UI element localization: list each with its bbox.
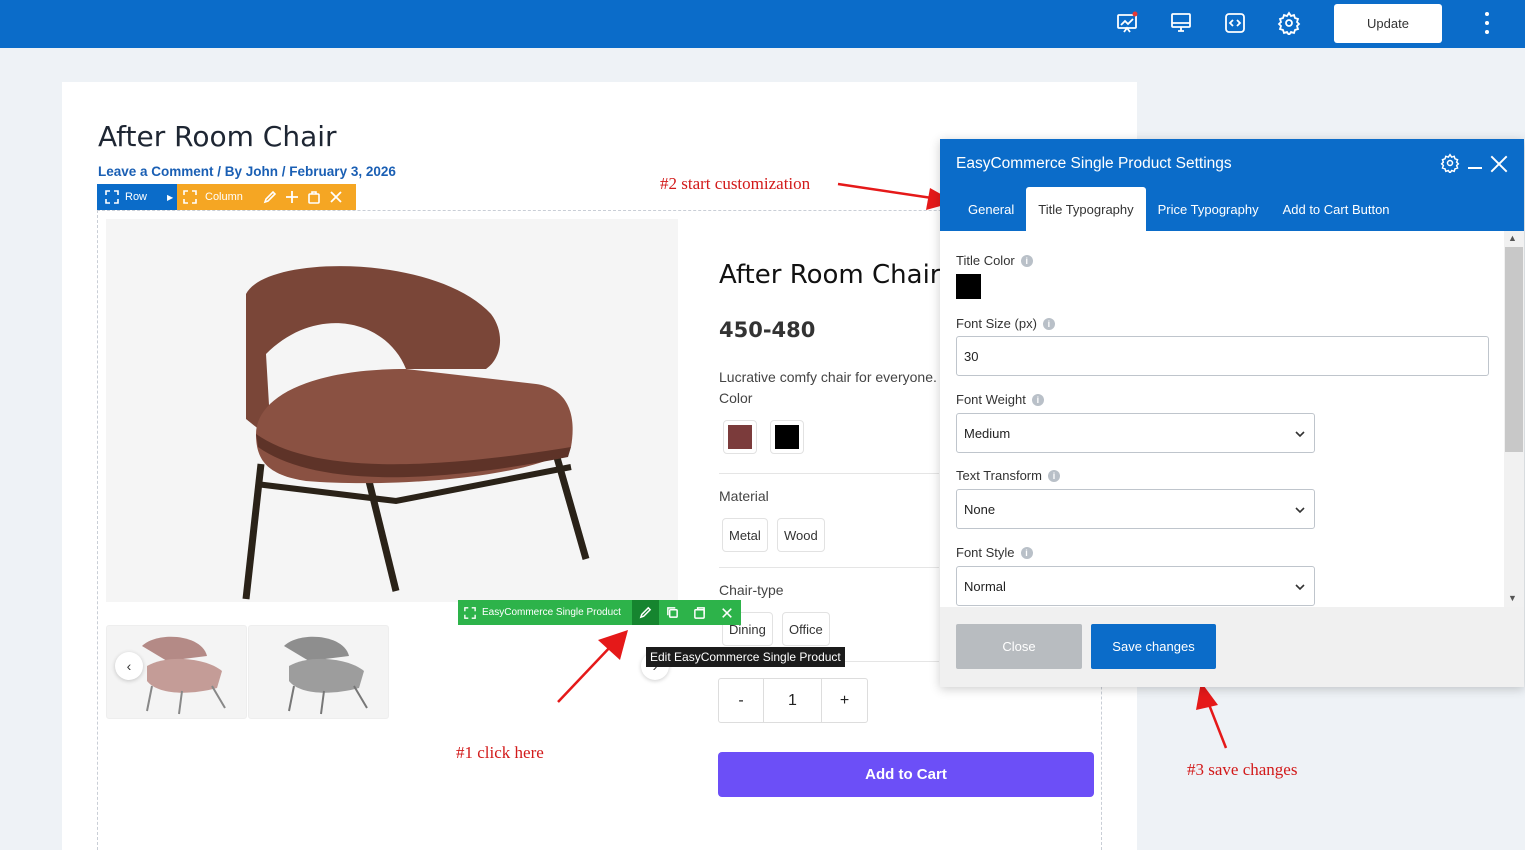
annotation-step1: #1 click here (456, 743, 544, 762)
tab-title-typography[interactable]: Title Typography (1026, 187, 1146, 231)
font-size-input[interactable]: 30 (956, 336, 1489, 376)
column-label: Column (205, 191, 243, 203)
text-transform-field: Text Transform i (956, 468, 1060, 483)
post-title: After Room Chair (98, 120, 337, 153)
pencil-icon[interactable] (263, 190, 277, 204)
scroll-up-icon[interactable]: ▲ (1508, 233, 1517, 243)
save-changes-button[interactable]: Save changes (1091, 624, 1216, 669)
edit-pencil-icon[interactable] (632, 600, 659, 625)
chevron-down-icon (1294, 579, 1306, 594)
settings-panel: EasyCommerce Single Product Settings Gen… (940, 139, 1524, 687)
color-label: Color (719, 390, 753, 406)
panel-tabs: General Title Typography Price Typograph… (956, 187, 1402, 231)
move-icon[interactable] (183, 190, 197, 204)
move-icon[interactable] (105, 190, 119, 204)
settings-gear-icon[interactable] (1440, 153, 1460, 175)
font-style-field: Font Style i (956, 545, 1033, 560)
material-label: Material (719, 488, 769, 504)
chevron-down-icon (1294, 502, 1306, 517)
material-option[interactable]: Metal (722, 518, 768, 552)
desktop-preview-icon[interactable] (1168, 10, 1194, 36)
minimize-icon[interactable] (1468, 167, 1482, 169)
material-option[interactable]: Wood (777, 518, 825, 552)
info-icon[interactable]: i (1042, 317, 1055, 330)
quantity-stepper: - 1 + (718, 678, 868, 723)
duplicate-icon[interactable] (307, 190, 321, 204)
widget-label: EasyCommerce Single Product (482, 607, 621, 618)
divider (719, 567, 939, 568)
tab-price-typography[interactable]: Price Typography (1146, 187, 1271, 231)
info-icon[interactable]: i (1020, 546, 1033, 559)
qty-increment-button[interactable]: + (822, 679, 867, 722)
update-button[interactable]: Update (1334, 4, 1442, 43)
analytics-icon[interactable] (1114, 10, 1140, 36)
move-icon (464, 606, 476, 619)
info-icon[interactable]: i (1020, 254, 1033, 267)
chair-type-label: Chair-type (719, 582, 784, 598)
field-label: Font Size (px) (956, 316, 1037, 331)
close-icon[interactable] (713, 600, 740, 625)
tab-add-to-cart-button[interactable]: Add to Cart Button (1271, 187, 1402, 231)
font-size-field: Font Size (px) i (956, 316, 1055, 331)
color-swatch-brown[interactable] (723, 420, 757, 454)
field-label: Text Transform (956, 468, 1042, 483)
add-to-cart-button[interactable]: Add to Cart (718, 752, 1094, 797)
row-label: Row (125, 191, 148, 203)
code-icon[interactable] (1222, 10, 1248, 36)
close-icon[interactable] (1490, 155, 1508, 173)
product-price: 450-480 (719, 318, 816, 342)
product-title: After Room Chair (719, 260, 941, 290)
panel-title: EasyCommerce Single Product Settings (956, 155, 1232, 172)
scroll-down-icon[interactable]: ▼ (1508, 593, 1517, 603)
annotation-step2: #2 start customization (660, 174, 811, 193)
product-description: Lucrative comfy chair for everyone. (719, 369, 937, 385)
caret-right-icon[interactable]: ▶ (167, 193, 173, 202)
chair-type-option[interactable]: Office (782, 612, 830, 646)
divider (719, 473, 939, 474)
column-toolbar[interactable]: Column (177, 184, 356, 210)
text-transform-select[interactable]: None (956, 489, 1315, 529)
annotation-step3: #3 save changes (1187, 760, 1298, 779)
tab-general[interactable]: General (956, 187, 1026, 231)
color-swatch-black[interactable] (770, 420, 804, 454)
info-icon[interactable]: i (1031, 393, 1044, 406)
plus-icon[interactable] (285, 190, 299, 204)
select-value: None (964, 501, 996, 517)
font-style-select[interactable]: Normal (956, 566, 1315, 606)
scrollbar-thumb[interactable] (1505, 247, 1523, 452)
title-color-field: Title Color i (956, 253, 1033, 268)
more-options-icon[interactable] (1478, 10, 1496, 36)
post-meta[interactable]: Leave a Comment / By John / February 3, … (98, 164, 396, 179)
close-button[interactable]: Close (956, 624, 1082, 669)
font-weight-field: Font Weight i (956, 392, 1044, 407)
copy-icon[interactable] (659, 600, 686, 625)
product-main-image[interactable] (106, 219, 678, 602)
select-value: Medium (964, 425, 1011, 441)
field-label: Title Color (956, 253, 1015, 268)
widget-toolbar[interactable]: EasyCommerce Single Product (458, 600, 741, 625)
qty-decrement-button[interactable]: - (719, 679, 764, 722)
duplicate-icon[interactable] (686, 600, 713, 625)
chevron-left-icon[interactable]: ‹ (115, 652, 143, 680)
close-icon[interactable] (329, 190, 343, 204)
select-value: Normal (964, 578, 1006, 594)
field-label: Font Weight (956, 392, 1026, 407)
chevron-down-icon (1294, 426, 1306, 441)
edit-tooltip: Edit EasyCommerce Single Product (646, 647, 845, 667)
swatch-fill (728, 425, 752, 449)
settings-gear-icon[interactable] (1276, 10, 1302, 36)
qty-input[interactable]: 1 (764, 679, 822, 722)
font-weight-select[interactable]: Medium (956, 413, 1315, 453)
widget-handle[interactable]: EasyCommerce Single Product (458, 606, 632, 619)
info-icon[interactable]: i (1047, 469, 1060, 482)
chair-illustration (242, 266, 590, 600)
swatch-fill (775, 425, 799, 449)
title-color-picker[interactable] (956, 274, 981, 299)
row-toolbar[interactable]: Row ▶ (97, 184, 177, 210)
field-label: Font Style (956, 545, 1015, 560)
product-thumbnail[interactable] (248, 625, 389, 719)
